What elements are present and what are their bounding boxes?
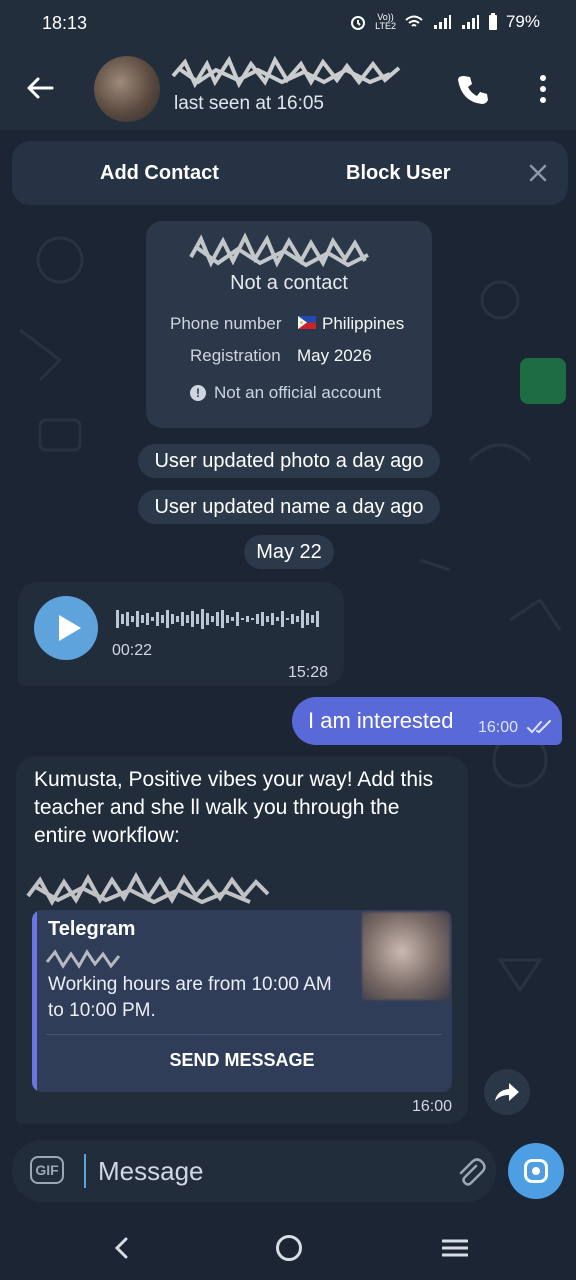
chat-header: last seen at 16:05	[0, 48, 576, 130]
status-time: 18:13	[42, 13, 88, 33]
nav-back-icon[interactable]	[110, 1236, 134, 1260]
gif-button[interactable]: GIF	[30, 1156, 64, 1184]
registration-label: Registration	[190, 346, 281, 365]
exclamation-icon: !	[190, 385, 206, 401]
official-account-note: ! Not an official account	[190, 383, 381, 403]
lte-indicator: Vo)) LTE2	[375, 13, 396, 31]
block-user-button[interactable]: Block User	[346, 162, 451, 185]
service-photo-updated: User updated photo a day ago	[138, 444, 440, 478]
official-account-text: Not an official account	[214, 383, 381, 402]
incoming-message-text: Kumusta, Positive vibes your way! Add th…	[34, 768, 434, 847]
alarm-icon	[351, 16, 366, 30]
send-message-button[interactable]: SEND MESSAGE	[32, 1050, 452, 1071]
share-button[interactable]	[484, 1069, 530, 1115]
service-name-updated: User updated name a day ago	[138, 490, 440, 524]
avatar[interactable]	[94, 56, 160, 122]
read-checkmarks-icon	[527, 720, 551, 734]
text-caret	[84, 1154, 86, 1188]
date-separator: May 22	[244, 535, 334, 569]
voice-duration: 00:22	[112, 642, 153, 659]
add-contact-button[interactable]: Add Contact	[100, 162, 219, 185]
more-vertical-icon[interactable]	[530, 72, 556, 106]
system-nav-bar	[0, 1214, 576, 1280]
link-preview-card[interactable]: Telegram Working hours are from 10:00 AM…	[32, 910, 452, 1092]
preview-divider	[46, 1034, 442, 1035]
phone-number-value: Philippines	[322, 314, 405, 333]
philippines-flag-icon	[298, 316, 316, 329]
wifi-icon	[405, 15, 423, 27]
play-button[interactable]	[34, 596, 98, 660]
back-arrow-icon[interactable]	[24, 72, 56, 104]
message-input[interactable]	[88, 1153, 438, 1189]
phone-icon[interactable]	[456, 72, 490, 106]
link-redacted	[26, 871, 270, 907]
play-icon	[59, 615, 81, 641]
voice-waveform[interactable]	[116, 606, 326, 632]
preview-thumbnail	[362, 912, 450, 1000]
battery-icon	[488, 13, 497, 30]
signal-1-icon	[433, 15, 451, 29]
outgoing-message-bubble[interactable]: I am interested 16:00	[292, 697, 562, 745]
preview-name-redacted	[45, 949, 121, 969]
voice-timestamp: 15:28	[287, 664, 328, 681]
camera-icon-dot	[532, 1167, 540, 1175]
signal-2-icon	[461, 15, 479, 29]
incoming-message-bubble[interactable]: Kumusta, Positive vibes your way! Add th…	[16, 756, 468, 1124]
outgoing-timestamp: 16:00	[478, 719, 519, 736]
contact-info-card: Not a contact Phone number Philippines R…	[146, 221, 432, 428]
nav-recents-icon[interactable]	[442, 1238, 468, 1258]
preview-title: Telegram	[48, 918, 136, 940]
lte-bottom-label: LTE2	[375, 21, 396, 31]
last-seen-status: last seen at 16:05	[174, 93, 324, 114]
paperclip-icon[interactable]	[454, 1156, 486, 1188]
incoming-timestamp: 16:00	[411, 1098, 452, 1115]
nav-home-icon[interactable]	[276, 1235, 302, 1261]
status-bar: 18:13 Vo)) LTE2 79%	[0, 0, 576, 48]
outgoing-message-text: I am interested	[308, 708, 454, 733]
battery-percent: 79%	[505, 12, 540, 31]
status-icons: Vo)) LTE2 79%	[349, 12, 540, 32]
contact-name-redacted	[171, 56, 401, 89]
not-a-contact-label: Not a contact	[230, 272, 348, 294]
preview-description: Working hours are from 10:00 AM to 10:00…	[48, 974, 332, 1021]
forward-arrow-icon	[495, 1083, 519, 1101]
message-composer: GIF	[12, 1140, 496, 1202]
phone-number-label: Phone number	[170, 314, 282, 333]
contact-action-bar: Add Contact Block User	[12, 141, 568, 205]
close-icon[interactable]	[526, 161, 550, 185]
registration-value: May 2026	[297, 346, 372, 365]
side-floating-icon[interactable]	[520, 358, 566, 404]
camera-button[interactable]	[508, 1143, 564, 1199]
voice-message-bubble: 00:22 15:28	[18, 582, 344, 686]
